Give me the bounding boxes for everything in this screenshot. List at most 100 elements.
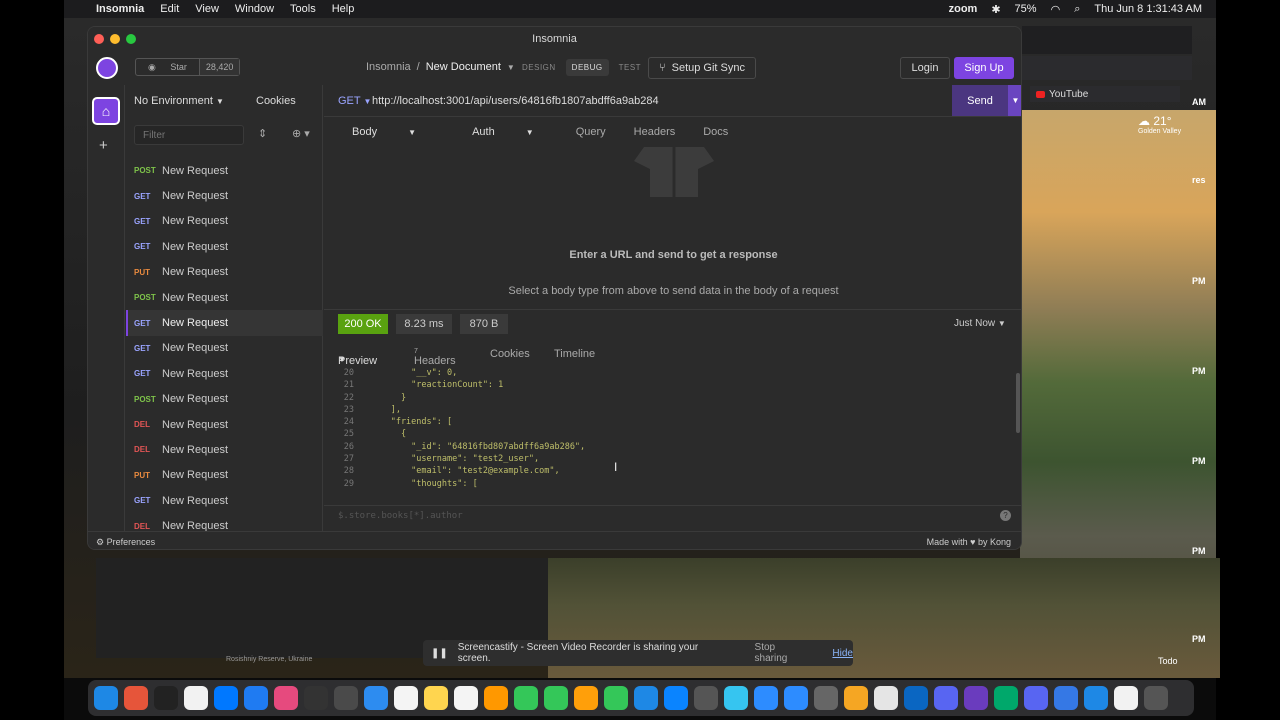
dock-app-icon[interactable] [394,686,418,710]
sidebar-request-item[interactable]: GET New Request [126,209,323,234]
history-dropdown[interactable]: Just Now ▼ [954,318,1006,329]
url-input[interactable]: http://localhost:3001/api/users/64816fb1… [372,95,659,107]
crumb-document[interactable]: New Document [426,61,501,73]
menu-help[interactable]: Help [332,3,355,15]
dock-app-icon[interactable] [214,686,238,710]
dock-app-icon[interactable] [514,686,538,710]
zoom-button[interactable] [126,34,136,44]
dock-app-icon[interactable] [724,686,748,710]
tab-query[interactable]: Query [576,126,606,138]
environment-dropdown[interactable]: No Environment ▼ [134,95,224,107]
crumb-root[interactable]: Insomnia [366,61,411,73]
dock-app-icon[interactable] [184,686,208,710]
menu-tools[interactable]: Tools [290,3,316,15]
search-icon[interactable]: ⌕ [1074,3,1080,16]
sidebar-request-item[interactable]: GET New Request [126,234,323,259]
dock-app-icon[interactable] [784,686,808,710]
sidebar-request-item[interactable]: POST New Request [126,285,323,310]
mode-design[interactable]: DESIGN [516,59,562,76]
git-sync-button[interactable]: ⑂ Setup Git Sync [648,57,756,79]
made-with-kong[interactable]: Made with ♥ by Kong [927,537,1011,547]
help-icon[interactable]: ? [1000,510,1011,521]
menu-view[interactable]: View [195,3,219,15]
dock-app-icon[interactable] [1084,686,1108,710]
battery-percent[interactable]: 75% [1015,3,1037,15]
mode-test[interactable]: TEST [613,59,647,76]
sidebar-request-item[interactable]: PUT New Request [126,463,323,488]
tab-auth[interactable]: Auth ▼ [458,126,548,138]
sidebar-request-item[interactable]: GET New Request [126,336,323,361]
menu-window[interactable]: Window [235,3,274,15]
close-button[interactable] [94,34,104,44]
github-star-button[interactable]: ◉ Star 28,420 [135,58,241,76]
dock-app-icon[interactable] [454,686,478,710]
sidebar-request-item[interactable]: DEL New Request [126,437,323,462]
sidebar-request-item[interactable]: DEL New Request [126,412,323,437]
add-project-icon[interactable]: + [99,137,108,154]
tab-response-headers[interactable]: Headers 7 [414,348,456,367]
dock-app-icon[interactable] [814,686,838,710]
minimize-button[interactable] [110,34,120,44]
dock-app-icon[interactable] [1144,686,1168,710]
dock-app-icon[interactable] [274,686,298,710]
send-button[interactable]: Send [952,85,1008,116]
sidebar-request-item[interactable]: GET New Request [126,361,323,386]
dock-app-icon[interactable] [664,686,688,710]
send-options-icon[interactable]: ▼ [1008,85,1021,116]
dock-app-icon[interactable] [484,686,508,710]
sidebar-request-item[interactable]: PUT New Request [126,260,323,285]
dock-app-icon[interactable] [1114,686,1138,710]
dock-app-icon[interactable] [364,686,388,710]
scrollbar[interactable] [1016,373,1020,433]
mode-debug[interactable]: DEBUG [565,59,609,76]
method-dropdown[interactable]: GET ▼ [338,95,371,107]
sort-icon[interactable]: ⇕ [258,127,267,140]
dock-app-icon[interactable] [634,686,658,710]
dock-app-icon[interactable] [544,686,568,710]
menu-edit[interactable]: Edit [160,3,179,15]
tab-docs[interactable]: Docs [703,126,728,138]
dock-app-icon[interactable] [334,686,358,710]
zoom-status[interactable]: zoom [949,3,978,15]
wifi-icon[interactable]: ◠ [1051,3,1061,16]
dock-app-icon[interactable] [604,686,628,710]
dock-app-icon[interactable] [304,686,328,710]
dock-app-icon[interactable] [754,686,778,710]
sidebar-request-item[interactable]: GET New Request [126,488,323,513]
bluetooth-icon[interactable]: ✱ [991,3,1000,16]
insomnia-logo-icon[interactable] [96,57,118,79]
preferences-button[interactable]: ⚙ Preferences [96,537,155,548]
signup-button[interactable]: Sign Up [954,57,1014,79]
dock-app-icon[interactable] [994,686,1018,710]
sidebar-request-item[interactable]: GET New Request [126,183,323,208]
hide-button[interactable]: Hide [832,648,853,659]
sidebar-request-item[interactable]: POST New Request [126,387,323,412]
dock-app-icon[interactable] [1054,686,1078,710]
dock-app-icon[interactable] [964,686,988,710]
weather-widget[interactable]: ☁ 21° Golden Valley [1138,114,1181,135]
tab-headers[interactable]: Headers [634,126,676,138]
stop-sharing-button[interactable]: Stop sharing [755,642,811,664]
response-filter-input[interactable]: $.store.books[*].author [338,511,463,521]
chevron-down-icon[interactable]: ▼ [507,63,515,72]
datetime[interactable]: Thu Jun 8 1:31:43 AM [1094,3,1202,15]
home-icon[interactable]: ⌂ [92,97,120,125]
tab-timeline[interactable]: Timeline [554,348,595,360]
dock-app-icon[interactable] [244,686,268,710]
add-request-icon[interactable]: ⊕ ▾ [292,127,310,140]
dock-app-icon[interactable] [124,686,148,710]
dock-app-icon[interactable] [154,686,178,710]
sidebar-request-item[interactable]: GET New Request [126,310,323,336]
menu-app[interactable]: Insomnia [96,3,144,15]
login-button[interactable]: Login [900,57,950,79]
dock-app-icon[interactable] [874,686,898,710]
sidebar-request-item[interactable]: POST New Request [126,158,323,183]
cookies-button[interactable]: Cookies [256,95,296,107]
filter-input[interactable] [134,125,244,145]
dock-app-icon[interactable] [904,686,928,710]
dock-app-icon[interactable] [424,686,448,710]
dock-app-icon[interactable] [694,686,718,710]
tab-body[interactable]: Body ▼ [338,126,430,138]
response-body[interactable]: 20 "__v": 0, 21 "reactionCount": 1 22 } 23 … [324,368,1014,500]
dock-app-icon[interactable] [94,686,118,710]
